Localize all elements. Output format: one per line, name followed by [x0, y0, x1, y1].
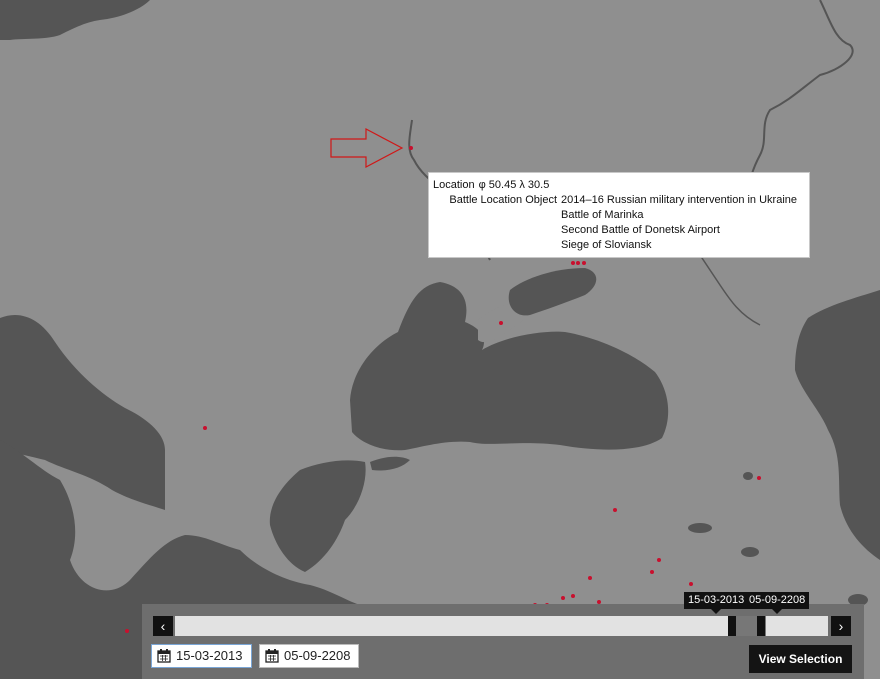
tooltip-battle-item[interactable]: Battle of Marinka	[561, 208, 797, 223]
end-date-value: 05-09-2208	[284, 648, 351, 663]
end-date-input[interactable]: 05-09-2208	[259, 644, 359, 668]
battle-marker[interactable]	[561, 596, 565, 600]
battle-marker[interactable]	[571, 594, 575, 598]
battle-marker[interactable]	[571, 261, 575, 265]
battle-marker[interactable]	[499, 321, 503, 325]
timeline-next-button[interactable]: ›	[831, 616, 851, 636]
map-canvas[interactable]	[0, 0, 880, 679]
timeline-panel: ‹ 15-03-2013 05-09-2208 › 15-03-2013 05-…	[142, 592, 864, 679]
chevron-left-icon: ‹	[160, 618, 166, 634]
timeline-prev-button[interactable]: ‹	[153, 616, 173, 636]
tooltip-battle-item[interactable]: 2014–16 Russian military intervention in…	[561, 193, 797, 208]
battle-marker[interactable]	[582, 261, 586, 265]
start-date-value: 15-03-2013	[176, 648, 243, 663]
timeline-end-handle[interactable]: 05-09-2208	[745, 592, 810, 636]
start-date-input[interactable]: 15-03-2013	[151, 644, 252, 668]
battle-marker[interactable]	[576, 261, 580, 265]
battle-marker[interactable]	[613, 508, 617, 512]
tooltip-location-value: φ 50.45 λ 30.5	[478, 179, 550, 191]
timeline-track[interactable]: 15-03-2013 05-09-2208	[175, 592, 828, 636]
timeline-start-tooltip: 15-03-2013	[684, 592, 749, 614]
battle-marker[interactable]	[650, 570, 654, 574]
battle-marker[interactable]	[657, 558, 661, 562]
calendar-icon	[157, 649, 171, 663]
lake	[741, 547, 759, 557]
tooltip-battle-row: Battle Location Object 2014–16 Russian m…	[433, 193, 805, 253]
view-selection-button[interactable]: View Selection	[749, 645, 852, 673]
timeline-end-tooltip: 05-09-2208	[745, 592, 810, 614]
battle-marker[interactable]	[125, 629, 129, 633]
battle-marker[interactable]	[689, 582, 693, 586]
chevron-right-icon: ›	[838, 618, 844, 634]
tooltip-battle-item[interactable]: Siege of Sloviansk	[561, 238, 797, 253]
tooltip-location-row: Location φ 50.45 λ 30.5	[433, 178, 805, 193]
tooltip-battle-list: 2014–16 Russian military intervention in…	[561, 193, 797, 253]
tooltip-battle-item[interactable]: Second Battle of Donetsk Airport	[561, 223, 797, 238]
timeline-start-handle[interactable]: 15-03-2013	[684, 592, 749, 636]
location-tooltip: Location φ 50.45 λ 30.5 Battle Location …	[428, 172, 810, 258]
calendar-icon	[265, 649, 279, 663]
tooltip-battle-label: Battle Location Object	[449, 194, 557, 206]
battle-marker[interactable]	[588, 576, 592, 580]
battle-marker[interactable]	[757, 476, 761, 480]
lake	[688, 523, 712, 533]
lake	[743, 472, 753, 480]
battle-marker[interactable]	[409, 146, 413, 150]
battle-marker[interactable]	[203, 426, 207, 430]
tooltip-location-label: Location	[433, 179, 475, 191]
